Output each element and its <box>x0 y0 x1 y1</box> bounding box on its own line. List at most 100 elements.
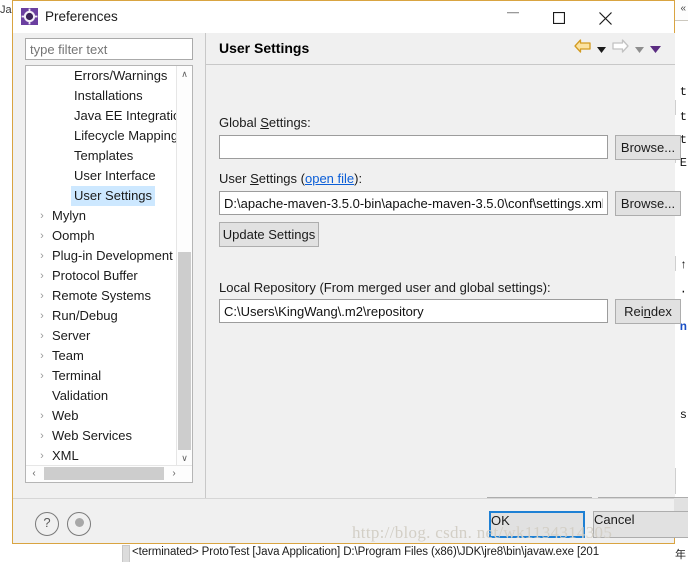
tree-item-plug-in-development[interactable]: › Plug-in Development <box>26 246 178 266</box>
global-settings-browse-button[interactable]: Browse... <box>615 135 681 160</box>
tree-item-lifecycle-mapping[interactable]: Lifecycle Mapping <box>26 126 178 146</box>
settings-pane-header: User Settings <box>206 33 675 65</box>
tree-item-label: Terminal <box>52 368 102 383</box>
tree-item-mylyn[interactable]: › Mylyn <box>26 206 178 226</box>
chevron-right-icon[interactable]: › <box>36 346 48 366</box>
chevron-right-icon[interactable]: › <box>36 366 48 386</box>
close-button[interactable] <box>582 1 628 32</box>
tree-item-label: User Settings <box>71 186 156 206</box>
tree-item-label: Lifecycle Mapping <box>74 128 178 143</box>
tree-item-terminal[interactable]: › Terminal <box>26 366 178 386</box>
tree-item-errors-warnings[interactable]: Errors/Warnings <box>26 66 178 86</box>
minimize-button[interactable] <box>490 1 536 32</box>
chevron-right-icon[interactable]: › <box>36 266 48 286</box>
local-repository-label: Local Repository (From merged user and g… <box>219 280 551 295</box>
tree-item-xml[interactable]: › XML <box>26 446 178 466</box>
tree-item-label: Team <box>52 348 84 363</box>
dialog-title: Preferences <box>45 9 118 24</box>
dialog-footer: ? OK Cancel <box>13 499 688 543</box>
help-icon[interactable]: ? <box>35 512 59 536</box>
dialog-titlebar: Preferences <box>13 1 674 33</box>
preferences-gear-icon <box>21 8 38 25</box>
tree-item-user-interface[interactable]: User Interface <box>26 166 178 186</box>
chevron-right-icon[interactable]: › <box>36 226 48 246</box>
tree-item-server[interactable]: › Server <box>26 326 178 346</box>
preferences-dialog: Preferences Errors/Warnings Installations… <box>12 0 688 544</box>
settings-pane: User Settings Global Settings: Browse...… <box>205 33 688 524</box>
maximize-button[interactable] <box>536 1 582 32</box>
background-code-line: · <box>679 285 687 299</box>
user-settings-browse-button[interactable]: Browse... <box>615 191 681 216</box>
update-settings-button[interactable]: Update Settings <box>219 222 319 247</box>
user-settings-label: User Settings (open file): <box>219 171 363 186</box>
tree-viewport: Errors/Warnings Installations Java EE Inte… <box>26 66 178 466</box>
tree-item-installations[interactable]: Installations <box>26 86 178 106</box>
background-code-line: t <box>679 110 687 124</box>
tree-item-label: XML <box>52 448 79 463</box>
open-file-link[interactable]: open file <box>305 171 354 186</box>
tree-item-label: Installations <box>74 88 143 103</box>
tree-item-label: User Interface <box>74 168 156 183</box>
scroll-up-icon[interactable]: ∧ <box>177 66 192 82</box>
tree-horizontal-scrollbar[interactable]: ‹ › <box>26 465 192 482</box>
chevron-right-icon[interactable]: › <box>36 446 48 466</box>
filter-input[interactable] <box>25 38 193 60</box>
scroll-right-icon[interactable]: › <box>166 466 182 481</box>
tree-item-team[interactable]: › Team <box>26 346 178 366</box>
pin-dot-icon[interactable] <box>67 512 91 536</box>
scroll-down-icon[interactable]: ∨ <box>177 450 192 466</box>
chevron-right-icon[interactable]: › <box>36 406 48 426</box>
tree-item-java-ee-integration[interactable]: Java EE Integration <box>26 106 178 126</box>
tree-item-run-debug[interactable]: › Run/Debug <box>26 306 178 326</box>
forward-arrow-icon[interactable] <box>609 39 631 58</box>
tree-item-user-settings[interactable]: User Settings <box>26 186 178 206</box>
ok-button[interactable]: OK <box>489 511 585 538</box>
chevron-right-icon[interactable]: › <box>36 426 48 446</box>
background-code-line: ↑ <box>679 258 687 272</box>
screen-root: Ja « t t t E ↑ · n s <terminated> ProtoT… <box>0 0 688 562</box>
tree-item-label: Validation <box>52 388 109 403</box>
back-history-chevron-down-icon[interactable] <box>593 40 609 58</box>
dialog-body: Errors/Warnings Installations Java EE Inte… <box>13 33 688 524</box>
horizontal-scrollbar-thumb[interactable] <box>44 467 164 480</box>
reindex-button[interactable]: Reindex <box>615 299 681 324</box>
forward-history-chevron-down-icon[interactable] <box>631 40 647 58</box>
tree-item-label: Templates <box>74 148 134 163</box>
scroll-left-icon[interactable]: ‹ <box>26 466 42 481</box>
chevron-right-icon[interactable]: › <box>36 326 48 346</box>
page-title: User Settings <box>219 40 310 56</box>
tree-item-validation[interactable]: Validation <box>26 386 178 406</box>
tree-item-label: Protocol Buffer <box>52 268 138 283</box>
tree-item-label: Java EE Integration <box>74 108 178 123</box>
tree-item-remote-systems[interactable]: › Remote Systems <box>26 286 178 306</box>
chevron-right-icon[interactable]: › <box>36 206 48 226</box>
global-settings-input[interactable] <box>219 135 608 159</box>
chevron-right-icon[interactable]: › <box>36 246 48 266</box>
tree-item-label: Plug-in Development <box>52 248 173 263</box>
tree-item-label: Errors/Warnings <box>74 68 168 83</box>
tree-item-templates[interactable]: Templates <box>26 146 178 166</box>
global-settings-label: Global Settings: <box>219 115 311 130</box>
tree-item-label: Mylyn <box>52 208 86 223</box>
cancel-button[interactable]: Cancel <box>593 511 688 538</box>
tree-vertical-scrollbar[interactable]: ∧ ∨ <box>176 66 192 470</box>
tree-item-label: Run/Debug <box>52 308 118 323</box>
tree-item-protocol-buffer[interactable]: › Protocol Buffer <box>26 266 178 286</box>
tree-item-oomph[interactable]: › Oomph <box>26 226 178 246</box>
page-menu-chevron-down-icon[interactable] <box>647 40 663 58</box>
chevron-right-icon[interactable]: › <box>36 286 48 306</box>
background-console-bar <box>122 545 130 562</box>
user-settings-input[interactable] <box>219 191 608 215</box>
tree-item-label: Oomph <box>52 228 95 243</box>
navigation-controls <box>571 39 663 58</box>
preferences-tree[interactable]: Errors/Warnings Installations Java EE Inte… <box>25 65 193 483</box>
background-code-line: t <box>679 85 687 99</box>
background-console-suffix: 年 <box>675 549 686 561</box>
back-arrow-icon[interactable] <box>571 39 593 58</box>
tree-item-web[interactable]: › Web <box>26 406 178 426</box>
background-right-tab-label: « <box>680 3 686 14</box>
chevron-right-icon[interactable]: › <box>36 306 48 326</box>
tree-item-web-services[interactable]: › Web Services <box>26 426 178 446</box>
vertical-scrollbar-thumb[interactable] <box>178 252 191 470</box>
local-repository-input[interactable] <box>219 299 608 323</box>
